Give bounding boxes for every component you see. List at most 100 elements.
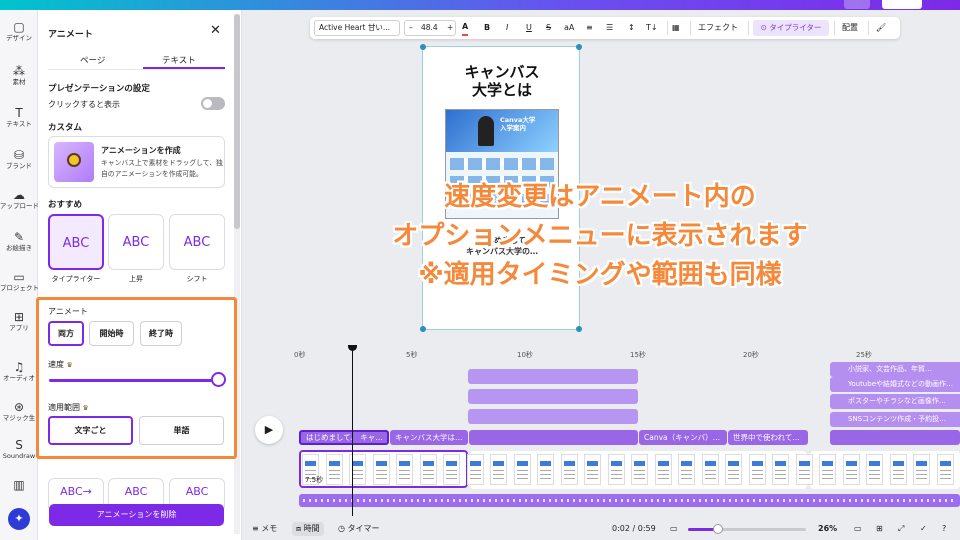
page-thumbnail[interactable]	[819, 454, 836, 485]
page-view-icon[interactable]: ▭	[670, 522, 678, 536]
page-thumbnail[interactable]	[748, 454, 766, 485]
topbar-button[interactable]	[844, 0, 870, 9]
playhead[interactable]	[352, 346, 353, 516]
close-icon[interactable]: ✕	[210, 23, 221, 38]
timeline-clip[interactable]: ポスターやチラシなど画像作…	[830, 394, 960, 409]
page-thumbnail[interactable]	[654, 454, 672, 485]
spacing-icon[interactable]: ↕	[628, 17, 635, 39]
fullscreen-icon[interactable]: ⤢	[898, 522, 904, 536]
decrease-size-button[interactable]: –	[409, 21, 413, 35]
create-animation-card[interactable]: アニメーションを作成 キャンバス上で素材をドラッグして、独自のアニメーションを作…	[48, 136, 225, 188]
selection-handle[interactable]	[576, 326, 582, 332]
remove-animation-button[interactable]: アニメーションを削除	[49, 504, 224, 526]
page-thumbnail[interactable]	[325, 454, 343, 485]
timeline-clip[interactable]: SNSコンテンツ作成・予約投…	[830, 412, 960, 427]
page-thumbnail[interactable]	[889, 454, 907, 485]
timeline-clip[interactable]: 小説家、文芸作品、年賀…	[830, 362, 960, 377]
page-thumbnail[interactable]	[913, 454, 930, 485]
italic-icon[interactable]: I	[506, 17, 508, 39]
timeline-clip[interactable]: キャンバス大学は…	[390, 430, 468, 445]
page-heading[interactable]: キャンバス 大学とは	[423, 63, 581, 99]
animate-end-button[interactable]: 終了時	[140, 321, 182, 346]
timeline-clip[interactable]: Youtubeや結婚式などの動画作…	[830, 377, 960, 392]
animate-start-button[interactable]: 開始時	[89, 321, 134, 346]
timing-button[interactable]: ⧈ 時間	[292, 522, 324, 536]
rail-item[interactable]: ⊛ マジック生	[0, 400, 38, 423]
audio-track[interactable]	[299, 494, 960, 507]
rail-item[interactable]: ▢ デザイン	[0, 20, 38, 43]
timeline-clip[interactable]	[830, 430, 960, 445]
timeline-clip[interactable]: Canva（キャンバ）…	[639, 430, 727, 445]
speed-slider-track[interactable]	[49, 379, 219, 382]
play-button[interactable]: ▶	[255, 416, 283, 444]
scope-per-char-button[interactable]: 文字ごと	[48, 416, 133, 445]
page-thumbnail[interactable]	[866, 454, 883, 485]
rail-item[interactable]: ⛁ ブランド	[0, 148, 38, 171]
magic-icon[interactable]: ✦	[8, 508, 30, 530]
increase-size-button[interactable]: +	[447, 21, 453, 35]
text-color-icon[interactable]: A	[462, 18, 469, 36]
notes-button[interactable]: ≡ メモ	[252, 522, 277, 536]
typewriter-animation-button[interactable]: ⊙ タイプライター	[753, 20, 829, 36]
page-thumbnail[interactable]	[631, 454, 648, 485]
share-button[interactable]	[882, 0, 922, 9]
page-thumbnail[interactable]	[725, 454, 742, 485]
rail-item[interactable]: ☁ アップロード	[0, 188, 38, 211]
page-thumbnail[interactable]	[772, 454, 789, 485]
page-thumbnail[interactable]	[607, 454, 625, 485]
vertical-text-icon[interactable]: T↓	[646, 17, 658, 39]
tab-page[interactable]: ページ	[80, 54, 105, 66]
font-select[interactable]: Active Heart 甘い...	[314, 20, 400, 36]
anim-tile-rise[interactable]: ABC	[108, 214, 164, 270]
strikethrough-icon[interactable]: S	[546, 17, 551, 39]
animation-lane[interactable]	[468, 409, 638, 424]
font-size-value[interactable]: 48.4	[421, 21, 438, 35]
scope-word-button[interactable]: 単語	[139, 416, 224, 445]
transparency-icon[interactable]: ▦	[672, 17, 680, 39]
page-thumbnail[interactable]	[842, 454, 860, 485]
rail-item[interactable]: T テキスト	[0, 106, 38, 129]
align-icon[interactable]: ≡	[586, 17, 593, 39]
timeline-clip[interactable]: 世界中で使われて…	[728, 430, 808, 445]
selection-handle[interactable]	[420, 44, 426, 50]
page-thumbnail[interactable]	[419, 454, 437, 485]
effect-button[interactable]: エフェクト	[698, 17, 738, 39]
rail-item[interactable]: S Soundraw	[0, 438, 38, 461]
page-thumbnail[interactable]	[936, 454, 954, 485]
paint-format-icon[interactable]: 🖌	[876, 17, 886, 39]
timer-button[interactable]: ◷ タイマー	[338, 522, 380, 536]
timeline-clip[interactable]	[469, 430, 638, 445]
help-icon[interactable]: ?	[942, 522, 946, 536]
grid-view-icon[interactable]: ⊞	[876, 522, 883, 536]
rail-item[interactable]: ▭ プロジェクト	[0, 270, 38, 293]
rail-item[interactable]: ▥	[0, 478, 38, 492]
selection-handle[interactable]	[420, 326, 426, 332]
animation-lane[interactable]	[468, 389, 638, 404]
page-thumbnail[interactable]	[396, 454, 413, 485]
pages-icon[interactable]: ▭	[854, 522, 862, 536]
timeline-clip[interactable]: はじめまして、 キャ…	[299, 430, 389, 445]
page-thumbnail[interactable]	[560, 454, 578, 485]
page-thumbnail[interactable]	[678, 454, 695, 485]
rail-item[interactable]: ⊞ アプリ	[0, 310, 38, 333]
page-thumbnail[interactable]	[537, 454, 554, 485]
list-icon[interactable]: ☰	[606, 17, 613, 39]
page-thumbnail[interactable]	[701, 454, 719, 485]
rail-item[interactable]: ✎ お絵描き	[0, 230, 38, 253]
animation-lane[interactable]	[468, 369, 638, 384]
anim-tile-shift[interactable]: ABC	[169, 214, 225, 270]
case-icon[interactable]: aA	[564, 17, 574, 39]
zoom-level[interactable]: 26%	[818, 522, 837, 536]
animate-both-button[interactable]: 両方	[48, 321, 84, 346]
speed-slider-knob[interactable]	[211, 372, 226, 387]
underline-icon[interactable]: U	[526, 17, 532, 39]
bold-icon[interactable]: B	[484, 17, 490, 39]
page-thumbnail[interactable]	[513, 454, 531, 485]
rail-item[interactable]: ⁂ 素材	[0, 64, 38, 87]
zoom-slider-knob[interactable]	[713, 524, 723, 534]
selection-handle[interactable]	[576, 44, 582, 50]
page-thumbnail[interactable]	[795, 454, 813, 485]
page-thumbnail[interactable]	[372, 454, 390, 485]
rail-item[interactable]: ♫ オーディオ	[0, 360, 38, 383]
page-thumbnail[interactable]	[490, 454, 507, 485]
